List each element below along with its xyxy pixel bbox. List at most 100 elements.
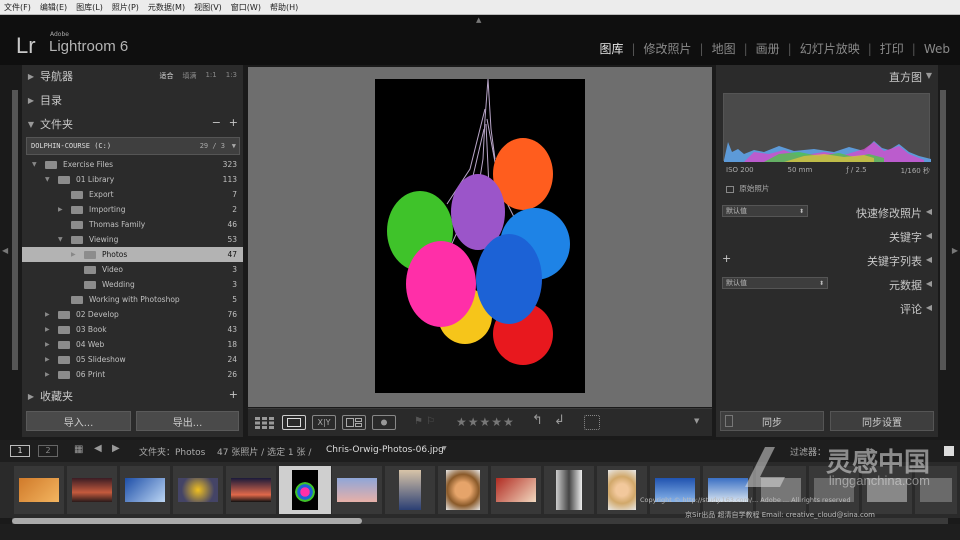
collapsed-triangle-icon[interactable]: ▶: [58, 206, 63, 213]
compare-view-button[interactable]: X|Y: [312, 415, 336, 430]
zoom-1-1[interactable]: 1:1: [205, 71, 216, 81]
thumbnail[interactable]: [332, 466, 382, 514]
checkbox-icon[interactable]: [726, 185, 734, 193]
collapsed-triangle-icon[interactable]: ▶: [45, 311, 50, 318]
expanded-triangle-icon[interactable]: ▼: [45, 176, 50, 183]
filename-dropdown-icon[interactable]: ▼: [442, 445, 447, 452]
auto-sync-switch[interactable]: [725, 415, 733, 427]
folder-row[interactable]: ▶ 06 Print 26: [22, 367, 243, 382]
catalog-header[interactable]: ▶ 目录: [22, 89, 243, 111]
remove-folder-icon[interactable]: −: [212, 116, 221, 129]
folder-row[interactable]: Working with Photoshop 5: [22, 292, 243, 307]
thumbnail[interactable]: [173, 466, 223, 514]
folder-row[interactable]: Export 7: [22, 187, 243, 202]
thumbnail[interactable]: [226, 466, 276, 514]
right-scrollbar[interactable]: [940, 90, 946, 370]
folder-row[interactable]: ▼ 01 Library 113: [22, 172, 243, 187]
module-tab[interactable]: 幻灯片放映: [800, 40, 860, 57]
collapsed-triangle-icon[interactable]: ▶: [45, 356, 50, 363]
folders-header[interactable]: ▼ 文件夹 − +: [22, 113, 243, 135]
thumbnail[interactable]: [597, 466, 647, 514]
sync-button[interactable]: 同步: [720, 411, 824, 431]
source-path[interactable]: 文件夹：Photos: [139, 445, 205, 458]
module-tab[interactable]: Web: [924, 42, 950, 56]
toolbar-menu-chevron-icon[interactable]: ▼: [694, 417, 699, 425]
menu-item[interactable]: 窗口(W): [231, 2, 261, 13]
add-collection-icon[interactable]: +: [229, 388, 238, 401]
menu-item[interactable]: 照片(P): [112, 2, 139, 13]
zoom-1-3[interactable]: 1:3: [226, 71, 237, 81]
module-tab[interactable]: 地图: [712, 40, 736, 57]
zoom-fill[interactable]: 填满: [182, 71, 196, 81]
collections-header[interactable]: ▶ 收藏夹 +: [22, 385, 243, 407]
comments-header[interactable]: 评论 ◀: [716, 297, 938, 319]
thumbnail[interactable]: [544, 466, 594, 514]
folder-row[interactable]: ▶ 05 Slideshow 24: [22, 352, 243, 367]
main-photo[interactable]: [375, 78, 585, 393]
folder-row[interactable]: ▶ Importing 2: [22, 202, 243, 217]
folder-row[interactable]: Thomas Family 46: [22, 217, 243, 232]
menu-item[interactable]: 编辑(E): [40, 2, 67, 13]
thumbnail[interactable]: [385, 466, 435, 514]
top-panel-toggle-icon[interactable]: ▲: [476, 16, 481, 24]
metadata-preset-dropdown[interactable]: 默认值 ⬍: [722, 277, 828, 289]
module-tab[interactable]: 图库: [599, 40, 623, 57]
metadata-header[interactable]: 默认值 ⬍ 元数据 ◀: [716, 273, 938, 295]
folder-row[interactable]: ▶ 04 Web 18: [22, 337, 243, 352]
menu-item[interactable]: 帮助(H): [270, 2, 298, 13]
right-panel-toggle-icon[interactable]: ▶: [952, 246, 958, 255]
menu-item[interactable]: 图库(L): [76, 2, 103, 13]
window-1-button[interactable]: 1: [10, 445, 30, 457]
folder-row[interactable]: ▶ 02 Develop 76: [22, 307, 243, 322]
collapsed-triangle-icon[interactable]: ▶: [45, 326, 50, 333]
folder-row[interactable]: Video 3: [22, 262, 243, 277]
flag-icon[interactable]: ⚑ ⚐: [414, 416, 435, 427]
saved-preset-dropdown[interactable]: 默认值 ⬍: [722, 205, 808, 217]
add-keyword-icon[interactable]: +: [722, 252, 731, 265]
folder-row[interactable]: ▼ Exercise Files 323: [22, 157, 243, 172]
grid-icon[interactable]: ▦: [74, 444, 83, 455]
thumbnail[interactable]: [491, 466, 541, 514]
expanded-triangle-icon[interactable]: ▼: [58, 236, 63, 243]
original-photo-toggle[interactable]: 原始照片: [726, 183, 769, 194]
sync-settings-button[interactable]: 同步设置: [830, 411, 934, 431]
keywording-header[interactable]: 关键字 ◀: [716, 225, 938, 247]
module-tab[interactable]: 修改照片: [644, 40, 692, 57]
keyword-list-header[interactable]: + 关键字列表 ◀: [716, 249, 938, 271]
import-button[interactable]: 导入...: [26, 411, 131, 431]
folder-row-selected[interactable]: ▶ Photos 47: [22, 247, 243, 262]
folder-row[interactable]: ▼ Viewing 53: [22, 232, 243, 247]
left-scrollbar[interactable]: [12, 90, 18, 370]
rotate-left-icon[interactable]: ↰: [532, 413, 543, 428]
navigator-header[interactable]: ▶ 导航器 适合 填满 1:1 1:3: [22, 65, 243, 87]
survey-view-icon[interactable]: [342, 415, 366, 430]
forward-arrow-icon[interactable]: ▶: [112, 443, 120, 454]
volume-row[interactable]: DOLPHIN-COURSE (C:) 29 / 3 ▼: [26, 137, 240, 155]
collapsed-triangle-icon[interactable]: ▶: [71, 251, 76, 258]
folder-row[interactable]: ▶ 03 Book 43: [22, 322, 243, 337]
expanded-triangle-icon[interactable]: ▼: [32, 161, 37, 168]
add-folder-icon[interactable]: +: [229, 116, 238, 129]
thumbnail[interactable]: [650, 466, 700, 514]
filter-lock-icon[interactable]: [944, 446, 954, 456]
grid-view-icon[interactable]: [254, 415, 276, 430]
histogram-header[interactable]: 直方图 ▼: [716, 65, 938, 87]
volume-dropdown-icon[interactable]: ▼: [232, 142, 236, 150]
module-tab[interactable]: 打印: [880, 40, 904, 57]
crop-icon[interactable]: [584, 415, 600, 430]
selected-filename[interactable]: Chris-Orwig-Photos-06.jpg: [326, 445, 444, 455]
back-arrow-icon[interactable]: ◀: [94, 443, 102, 454]
left-panel-toggle-icon[interactable]: ◀: [2, 246, 8, 255]
zoom-fit[interactable]: 适合: [159, 71, 173, 81]
thumbnail[interactable]: [120, 466, 170, 514]
loupe-view-icon[interactable]: [282, 415, 306, 430]
menu-item[interactable]: 元数据(M): [148, 2, 185, 13]
thumbnail[interactable]: [67, 466, 117, 514]
people-view-icon[interactable]: [372, 415, 396, 430]
menu-item[interactable]: 视图(V): [194, 2, 222, 13]
module-tab[interactable]: 画册: [756, 40, 780, 57]
export-button[interactable]: 导出...: [136, 411, 239, 431]
collapsed-triangle-icon[interactable]: ▶: [45, 341, 50, 348]
star-rating[interactable]: ★★★★★: [456, 415, 515, 429]
window-2-button[interactable]: 2: [38, 445, 58, 457]
